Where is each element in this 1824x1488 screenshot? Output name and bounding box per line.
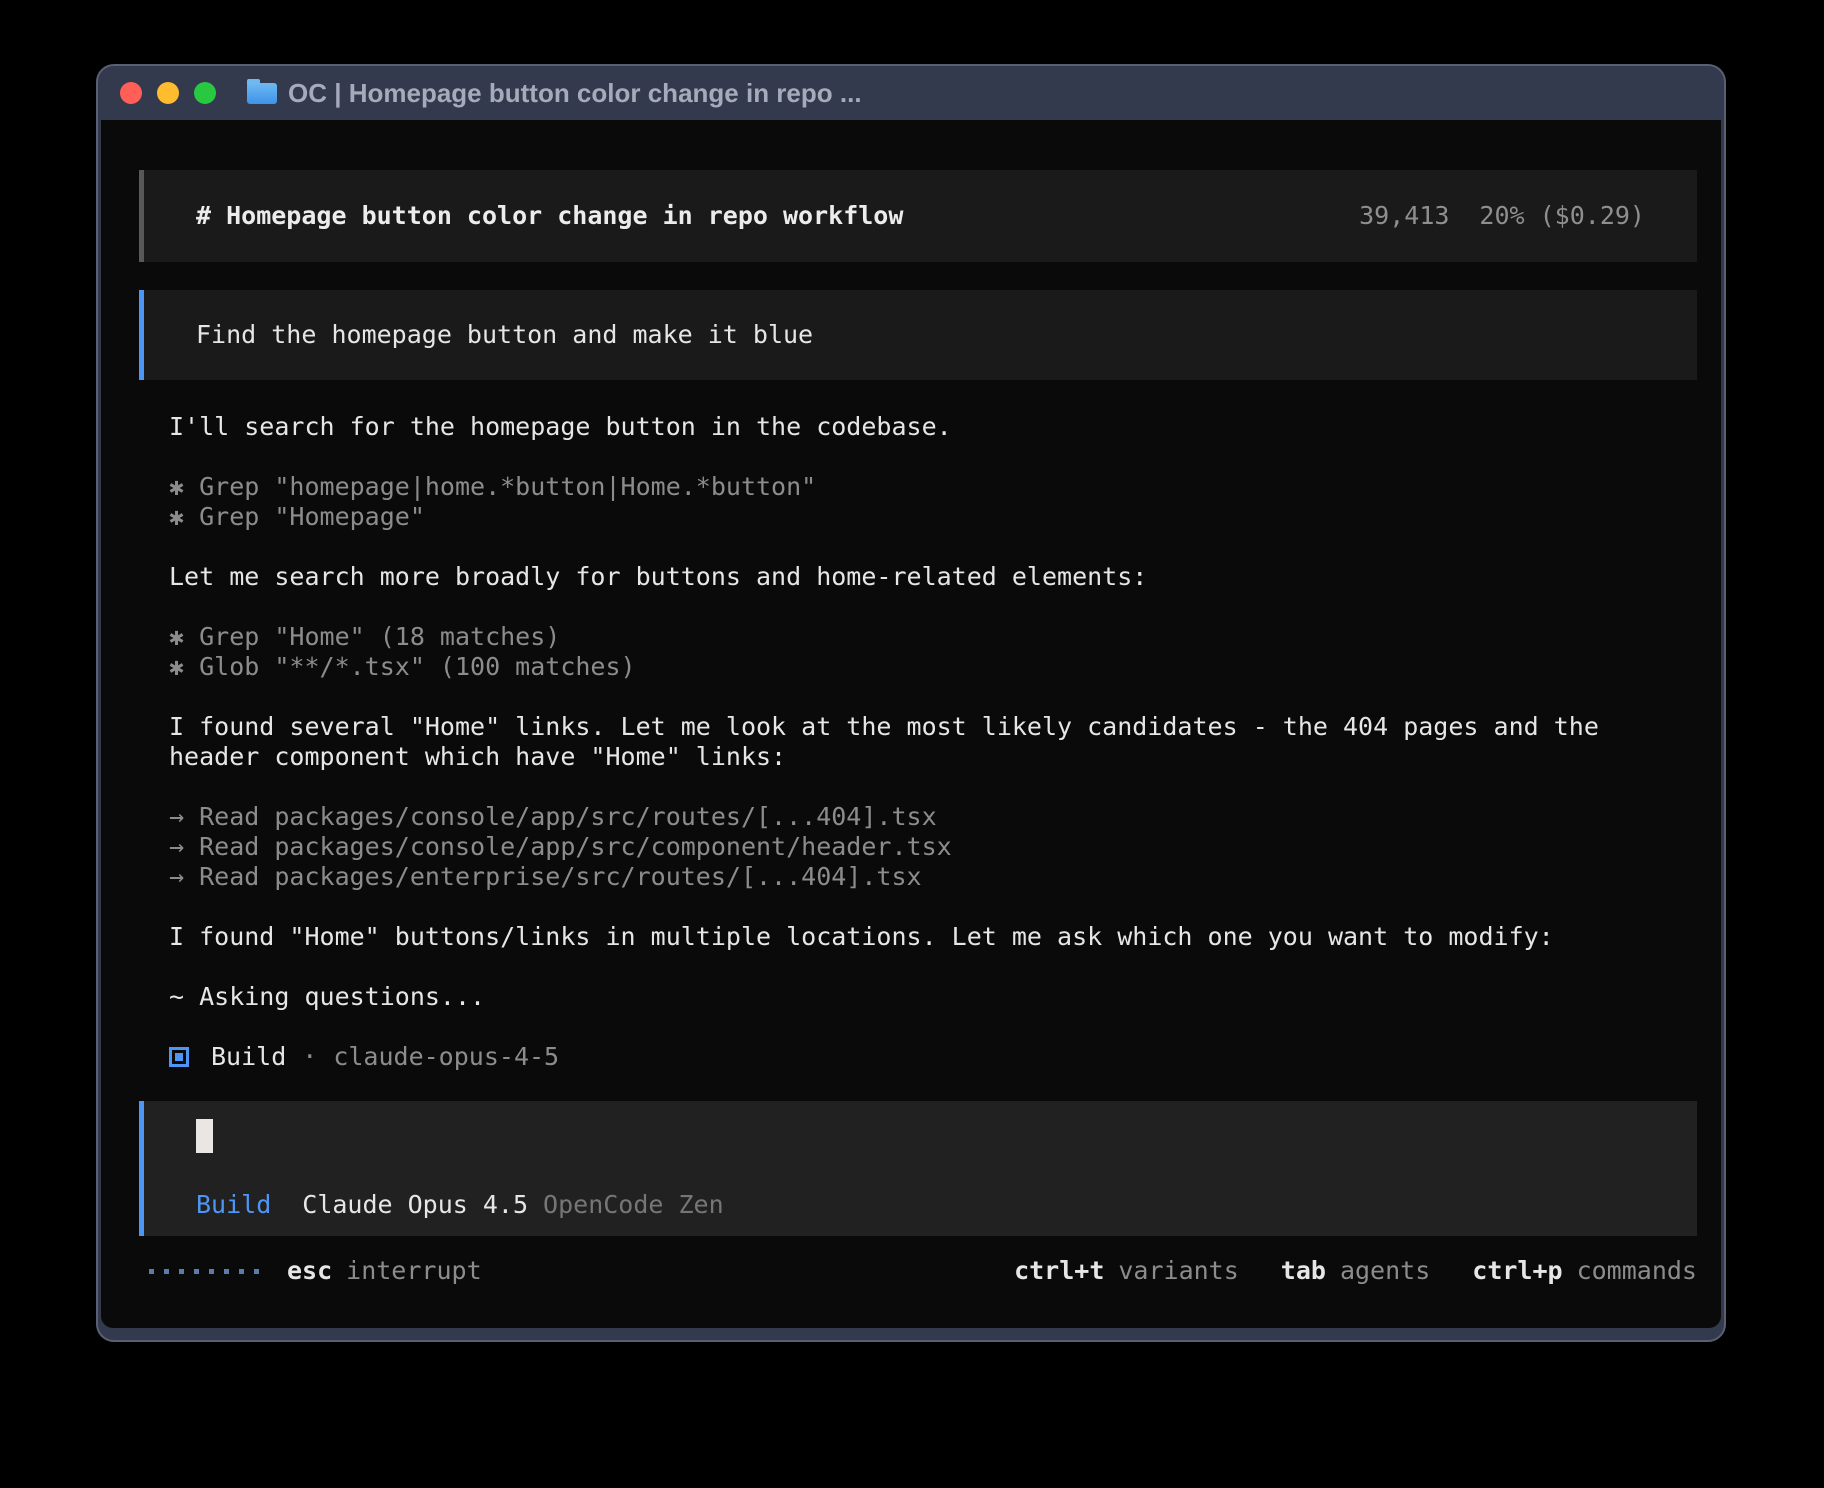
agents-label: agents [1340, 1256, 1430, 1286]
session-title: # Homepage button color change in repo w… [196, 201, 903, 231]
shortcut-agents: tab agents [1281, 1256, 1430, 1286]
esc-key: esc [287, 1256, 332, 1286]
token-count: 39,413 [1359, 201, 1449, 231]
folder-icon [247, 83, 277, 104]
input-provider-label: OpenCode Zen [543, 1190, 724, 1220]
maximize-button[interactable] [194, 82, 216, 104]
tool-call-grep: ✱ Grep "homepage|home.*button|Home.*butt… [169, 472, 1697, 502]
input-status: Build Claude Opus 4.5 OpenCode Zen [196, 1190, 1673, 1220]
variants-key: ctrl+t [1014, 1256, 1104, 1286]
close-button[interactable] [120, 82, 142, 104]
status-bar: esc interrupt ctrl+t variants tab agents… [139, 1256, 1697, 1286]
esc-label: interrupt [346, 1256, 481, 1286]
agents-key: tab [1281, 1256, 1326, 1286]
assistant-text: I found "Home" buttons/links in multiple… [169, 922, 1697, 952]
assistant-status: ~ Asking questions... [169, 982, 1697, 1012]
agent-model: claude-opus-4-5 [333, 1042, 559, 1072]
agent-row: Build · claude-opus-4-5 [169, 1042, 1697, 1072]
tool-call-read: → Read packages/console/app/src/componen… [169, 832, 1697, 862]
user-message: Find the homepage button and make it blu… [139, 290, 1697, 380]
variants-label: variants [1118, 1256, 1238, 1286]
prompt-input[interactable]: Build Claude Opus 4.5 OpenCode Zen [139, 1101, 1697, 1236]
agent-separator: · [302, 1042, 317, 1072]
context-cost: 20% ($0.29) [1479, 201, 1645, 231]
tool-call-grep: ✱ Grep "Home" (18 matches) [169, 622, 1697, 652]
input-model-label[interactable]: Claude Opus 4.5 [302, 1190, 528, 1220]
minimize-button[interactable] [157, 82, 179, 104]
agent-name: Build [211, 1042, 286, 1072]
session-meta: 39,413 20% ($0.29) [1359, 201, 1645, 231]
spinner-dots-icon [149, 1269, 259, 1274]
tool-call-glob: ✱ Glob "**/*.tsx" (100 matches) [169, 652, 1697, 682]
user-message-text: Find the homepage button and make it blu… [196, 320, 813, 350]
status-left: esc interrupt [149, 1256, 482, 1286]
tool-call-read: → Read packages/console/app/src/routes/[… [169, 802, 1697, 832]
text-cursor [196, 1119, 213, 1153]
assistant-text: Let me search more broadly for buttons a… [169, 562, 1697, 592]
window-title: OC | Homepage button color change in rep… [288, 78, 862, 109]
terminal-window: OC | Homepage button color change in rep… [96, 64, 1726, 1342]
assistant-text: I found several "Home" links. Let me loo… [169, 712, 1697, 772]
shortcut-variants: ctrl+t variants [1014, 1256, 1239, 1286]
assistant-text: I'll search for the homepage button in t… [169, 412, 1697, 442]
status-right: ctrl+t variants tab agents ctrl+p comman… [1014, 1256, 1697, 1286]
session-header: # Homepage button color change in repo w… [139, 170, 1697, 262]
agent-build-icon [169, 1047, 189, 1067]
titlebar: OC | Homepage button color change in rep… [98, 66, 1724, 120]
commands-key: ctrl+p [1472, 1256, 1562, 1286]
commands-label: commands [1577, 1256, 1697, 1286]
tool-call-grep: ✱ Grep "Homepage" [169, 502, 1697, 532]
input-agent-label[interactable]: Build [196, 1190, 271, 1220]
terminal-content: # Homepage button color change in repo w… [101, 120, 1721, 1328]
tool-call-read: → Read packages/enterprise/src/routes/[.… [169, 862, 1697, 892]
shortcut-commands: ctrl+p commands [1472, 1256, 1697, 1286]
